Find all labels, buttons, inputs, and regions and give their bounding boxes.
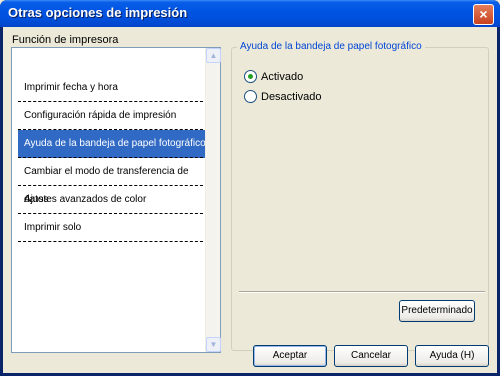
list-item[interactable]: Configuración rápida de impresión [18, 102, 208, 130]
list-item-selected[interactable]: Ayuda de la bandeja de papel fotográfico [18, 130, 208, 158]
dialog-window: Otras opciones de impresión × Función de… [0, 0, 500, 376]
accept-button[interactable]: Aceptar [253, 345, 327, 367]
list-item-label: Ayuda de la bandeja de papel fotográfico [24, 138, 206, 149]
radio-desactivado[interactable]: Desactivado [244, 90, 322, 103]
vertical-scrollbar[interactable]: ▲ ▼ [205, 48, 221, 352]
radio-label: Activado [261, 70, 304, 83]
radio-activado[interactable]: Activado [244, 70, 303, 83]
list-item-label: Ajustes avanzados de color [24, 194, 147, 205]
scroll-down-button[interactable]: ▼ [206, 337, 221, 352]
list-item-label: Imprimir solo [24, 222, 82, 233]
list-item-label: Configuración rápida de impresión [24, 110, 177, 121]
default-button[interactable]: Predeterminado [399, 300, 475, 322]
window-title: Otras opciones de impresión [8, 5, 188, 20]
list-item[interactable]: Imprimir solo [18, 214, 208, 242]
close-button[interactable]: × [473, 4, 494, 25]
close-icon: × [479, 6, 488, 22]
list-item-label: Imprimir fecha y hora [24, 82, 118, 93]
list-item[interactable]: Cambiar el modo de transferencia de dato… [18, 158, 208, 205]
title-bar[interactable]: Otras opciones de impresión × [0, 0, 500, 27]
radio-icon [244, 70, 257, 83]
photo-tray-group-title: Ayuda de la bandeja de papel fotográfico [237, 41, 425, 52]
cancel-button[interactable]: Cancelar [334, 345, 408, 367]
dialog-body: Función de impresora Imprimir fecha y ho… [3, 27, 497, 373]
list-item[interactable]: Imprimir fecha y hora [18, 74, 208, 102]
function-list[interactable]: Imprimir fecha y hora Configuración rápi… [11, 47, 221, 353]
radio-icon [244, 90, 257, 103]
scroll-down-arrow-icon: ▼ [209, 340, 218, 349]
scroll-up-arrow-icon: ▲ [209, 51, 218, 60]
help-button[interactable]: Ayuda (H) [415, 345, 489, 367]
list-item[interactable]: Ajustes avanzados de color [18, 186, 208, 214]
function-section-label: Función de impresora [12, 34, 119, 46]
radio-label: Desactivado [261, 90, 322, 103]
group-separator [239, 291, 485, 293]
scroll-up-button[interactable]: ▲ [206, 48, 221, 63]
